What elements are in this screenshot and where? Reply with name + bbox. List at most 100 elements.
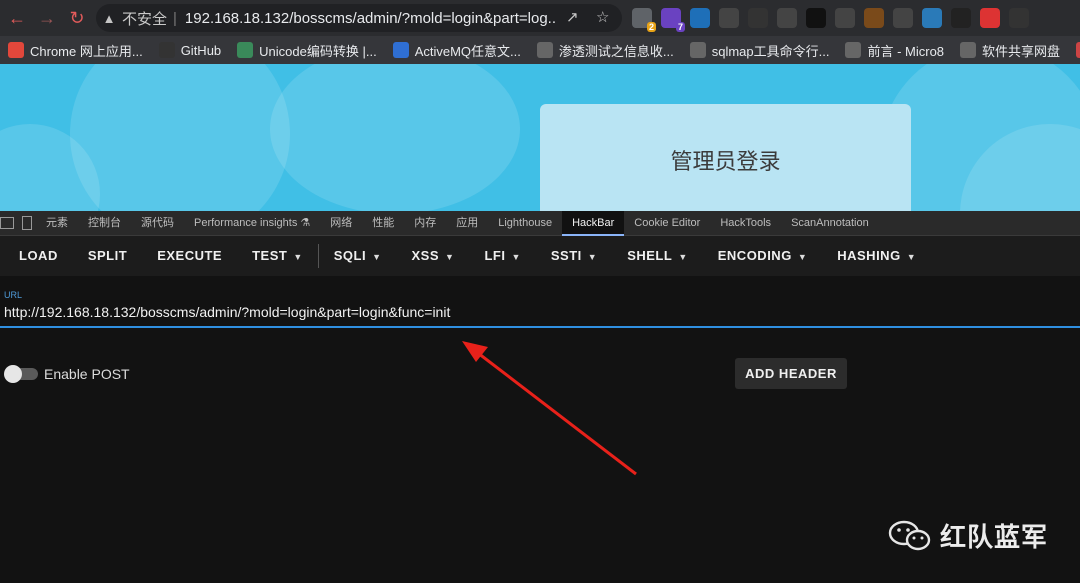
hackbar-shell-button[interactable]: SHELL ▼ — [612, 236, 703, 276]
ghost-extension-icon[interactable] — [951, 8, 971, 28]
bookmark-label: sqlmap工具命令行... — [711, 43, 830, 59]
hackbar-ssti-button[interactable]: SSTI ▼ — [536, 236, 612, 276]
feather-icon — [392, 42, 409, 58]
hackbar-test-button[interactable]: TEST ▼ — [237, 236, 318, 276]
notion-extension-icon[interactable] — [806, 8, 826, 28]
devtools-tab[interactable]: ScanAnnotation — [781, 211, 879, 236]
purple-extension-icon[interactable]: 7 — [661, 8, 685, 32]
devtools-tab[interactable]: 网络 — [320, 211, 362, 236]
login-title: 管理员登录 — [670, 149, 781, 174]
screen: ← → ↻ ▲ 不安全 | 192.168.18.132/bosscms/adm… — [0, 0, 1080, 583]
bookmark-item[interactable]: ActiveMQ任意文... — [392, 41, 521, 60]
share-icon[interactable]: ↗ — [566, 8, 579, 26]
hackbar-button-label: SSTI — [550, 248, 582, 263]
devtools-tab[interactable]: 源代码 — [131, 211, 184, 236]
devtools-tab[interactable]: 控制台 — [78, 211, 131, 236]
cookie-extension-icon[interactable] — [864, 8, 884, 28]
hackbar-button-label: SQLI — [333, 248, 367, 263]
url-input-underline — [0, 326, 1080, 328]
globe-icon — [845, 42, 862, 58]
devtools-tab[interactable]: 内存 — [404, 211, 446, 236]
devtools-tab[interactable]: 应用 — [446, 211, 488, 236]
chrome-webstore-icon — [8, 42, 24, 58]
reload-icon[interactable]: ↻ — [62, 3, 92, 33]
enable-post-toggle[interactable] — [4, 365, 38, 383]
watermark-text: 红队蓝军 — [940, 522, 1049, 552]
watermark: 红队蓝军 — [888, 517, 1048, 554]
forward-icon[interactable]: → — [32, 3, 62, 33]
cloud-extension-icon[interactable] — [893, 8, 913, 28]
bookmark-item[interactable]: GitHub — [158, 42, 222, 58]
extension-badge: 2 — [646, 22, 656, 32]
bookmark-item[interactable]: 软件共享网盘 — [960, 41, 1060, 60]
script-icon — [689, 42, 706, 58]
devtools-tab[interactable]: HackTools — [710, 211, 781, 236]
hackbar-button-label: EXECUTE — [157, 248, 223, 263]
hackbar-button-label: ENCODING — [717, 248, 792, 263]
gear-extension-icon[interactable] — [719, 8, 739, 28]
url-input[interactable]: http://192.168.18.132/bosscms/admin/?mol… — [4, 304, 450, 320]
browser-toolbar: ← → ↻ ▲ 不安全 | 192.168.18.132/bosscms/adm… — [0, 0, 1080, 36]
wappalyzer-extension-icon[interactable] — [922, 8, 942, 28]
bookmark-label: 渗透测试之信息收... — [558, 43, 674, 59]
bookmark-item[interactable]: sqlmap工具命令行... — [689, 41, 830, 60]
add-header-button[interactable]: ADD HEADER — [735, 358, 847, 389]
devtools-tab[interactable]: 性能 — [362, 211, 404, 236]
toggle-knob[interactable] — [4, 365, 22, 383]
bookmark-label: GitHub — [180, 42, 222, 58]
bookmark-star-icon[interactable]: ☆ — [596, 8, 609, 26]
bookmark-item[interactable]: Chrome 网上应用... — [8, 41, 143, 60]
hackbar-xss-button[interactable]: XSS ▼ — [397, 236, 470, 276]
inspect-element-icon[interactable] — [0, 217, 14, 229]
hackbar-hashing-button[interactable]: HASHING ▼ — [822, 236, 931, 276]
devtools-tab[interactable]: HackBar — [562, 210, 625, 236]
hackbar-split-button[interactable]: SPLIT — [73, 236, 142, 276]
fe-extension-icon[interactable] — [980, 8, 1000, 28]
hackbar-button-label: XSS — [411, 248, 440, 263]
hackbar-button-label: HASHING — [837, 248, 901, 263]
login-card: 管理员登录 — [540, 104, 911, 211]
bookmark-item[interactable]: 渗透测试之信息收... — [536, 41, 674, 60]
back-icon[interactable]: ← — [2, 3, 32, 33]
extensions-row: 27 — [632, 8, 1029, 32]
hackbar-button-label: LFI — [484, 248, 506, 263]
bookmark-item[interactable]: 前言 - Micro8 — [845, 41, 944, 60]
address-separator: | — [173, 9, 177, 27]
caret-down-icon: ▼ — [797, 252, 808, 262]
devtools-tab[interactable]: Cookie Editor — [624, 211, 710, 236]
bookmark-item[interactable]: Unicode编码转换 |... — [237, 41, 377, 60]
hat-extension-icon[interactable] — [1009, 8, 1029, 28]
puzzle-extension-icon[interactable] — [777, 8, 797, 28]
hackbar-button-label: SHELL — [627, 248, 673, 263]
address-bar[interactable]: ▲ 不安全 | 192.168.18.132/bosscms/admin/?mo… — [96, 4, 622, 32]
caret-down-icon: ▼ — [293, 252, 303, 262]
wechat-icon — [888, 519, 932, 553]
enable-post-label: Enable POST — [44, 366, 130, 382]
caret-down-icon: ▼ — [372, 252, 382, 262]
search-extension-icon[interactable]: 2 — [632, 8, 656, 32]
devtools-tab[interactable]: Performance insights ⚗ — [184, 211, 320, 236]
caret-down-icon: ▼ — [678, 252, 688, 262]
bookmark-label: 软件共享网盘 — [982, 43, 1061, 59]
hackbar-execute-button[interactable]: EXECUTE — [142, 236, 237, 276]
script-icon — [536, 42, 553, 58]
satellite-extension-icon[interactable] — [835, 8, 855, 28]
bookmark-item[interactable]: IP查询_中 — [1076, 41, 1080, 60]
address-url[interactable]: 192.168.18.132/bosscms/admin/?mold=login… — [185, 10, 557, 27]
warning-icon: ▲ — [102, 10, 116, 26]
hackbar-sqli-button[interactable]: SQLI ▼ — [319, 236, 397, 276]
blue-extension-icon[interactable] — [690, 8, 710, 28]
device-toolbar-icon[interactable] — [22, 216, 32, 230]
ip-icon — [1076, 42, 1080, 58]
extension-badge: 7 — [675, 22, 685, 32]
hackbar-load-button[interactable]: LOAD — [4, 236, 73, 276]
hackbar-button-label: LOAD — [19, 248, 58, 263]
devtools-tab[interactable]: Lighthouse — [488, 211, 562, 236]
devtools-tab[interactable]: 元素 — [36, 211, 78, 236]
hackbar-encoding-button[interactable]: ENCODING ▼ — [703, 236, 822, 276]
caret-down-icon: ▼ — [587, 252, 598, 262]
mask-extension-icon[interactable] — [748, 8, 768, 28]
globe-icon — [960, 42, 977, 58]
hackbar-lfi-button[interactable]: LFI ▼ — [469, 236, 535, 276]
background-bubble — [70, 64, 290, 211]
